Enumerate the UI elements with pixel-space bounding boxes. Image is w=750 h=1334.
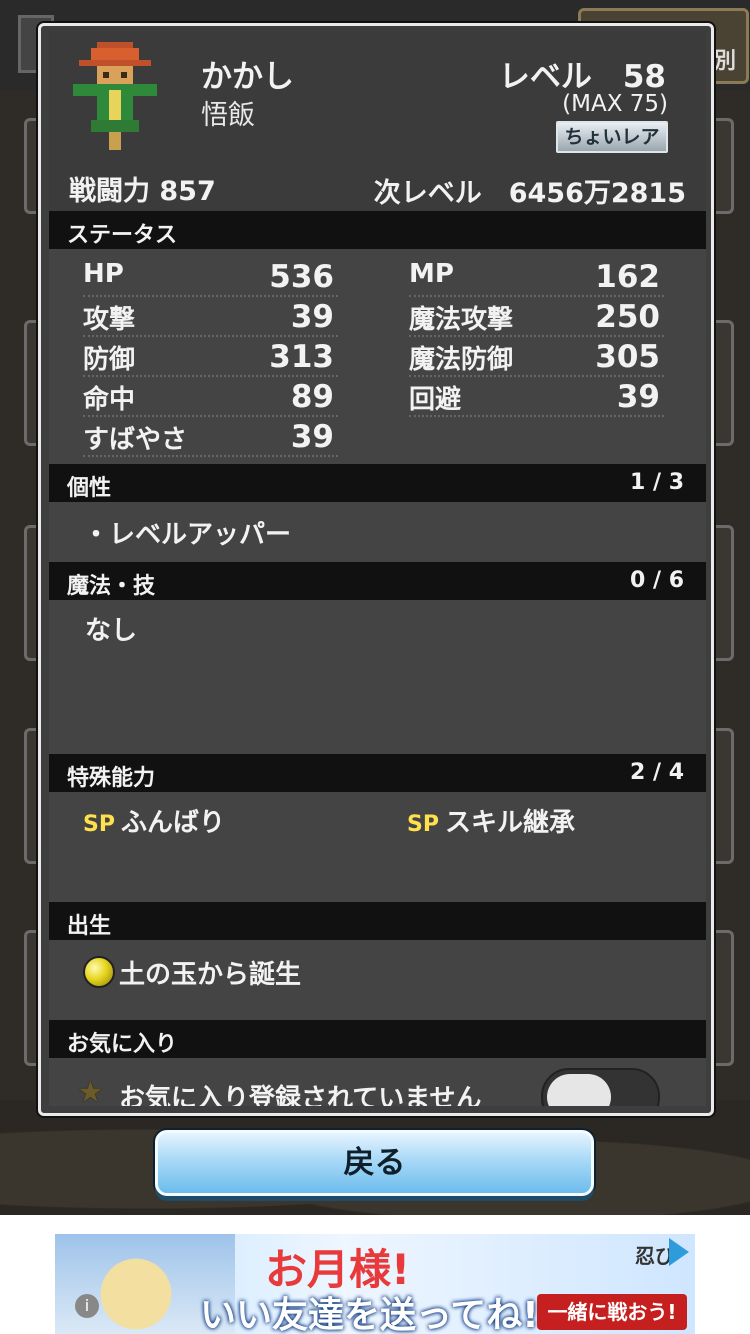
adchoices-icon[interactable]: [669, 1238, 689, 1266]
panel-content: かかし 悟飯 レベル 58 (MAX 75) ちょいレア 戦闘力 857 次レベ…: [49, 31, 706, 1106]
magic-count: 0 / 6: [630, 568, 684, 593]
magic-empty-text: なし: [85, 616, 138, 646]
favorite-section-header: お気に入り: [49, 1020, 706, 1058]
character-subname: 悟飯: [201, 100, 255, 131]
magic-section-header: 魔法・技 0 / 6: [49, 562, 706, 600]
stat-label: HP: [83, 259, 124, 289]
special-section-title: 特殊能力: [67, 766, 156, 791]
ad-banner[interactable]: お月様! いい友達を送ってね! 忍び 一緒に戦おう! i: [55, 1234, 695, 1334]
traits-count: 1 / 3: [630, 470, 684, 495]
stat-label: 攻撃: [83, 305, 136, 335]
ad-info-icon[interactable]: i: [75, 1294, 99, 1318]
stat-label: 魔法防御: [409, 345, 514, 375]
scarecrow-sprite-icon: [73, 42, 157, 150]
stat-value: 162: [595, 259, 660, 295]
origin-section-header: 出生: [49, 902, 706, 940]
trait-item: ・レベルアッパー: [83, 520, 292, 550]
special-count: 2 / 4: [630, 760, 684, 785]
magic-section-title: 魔法・技: [67, 574, 156, 599]
special-ability-name: ふんばり: [120, 808, 225, 838]
stat-value: 39: [290, 419, 334, 455]
stat-row-evasion: 回避 39: [409, 377, 664, 417]
toggle-knob: [547, 1074, 611, 1106]
character-detail-panel: かかし 悟飯 レベル 58 (MAX 75) ちょいレア 戦闘力 857 次レベ…: [38, 23, 714, 1116]
stat-value: 39: [616, 379, 660, 415]
stat-row-speed: すばやさ 39: [83, 417, 338, 457]
stat-label: 命中: [83, 385, 136, 415]
stat-row-attack: 攻撃 39: [83, 297, 338, 337]
stat-label: 防御: [83, 345, 136, 375]
stat-value: 39: [290, 299, 334, 335]
status-section-body: HP 536 攻撃 39 防御 313 命中 89 すばやさ 39 MP 162 魔法攻撃 2…: [49, 249, 706, 464]
back-button[interactable]: 戻る: [155, 1130, 594, 1196]
special-ability-item[interactable]: SP スキル継承: [407, 802, 575, 839]
stat-label: 魔法攻撃: [409, 305, 514, 335]
special-section-header: 特殊能力 2 / 4: [49, 754, 706, 792]
stat-row-magic-defense: 魔法防御 305: [409, 337, 664, 377]
next-level-exp: 次レベル 6456万2815: [373, 178, 686, 209]
special-ability-name: スキル継承: [444, 808, 575, 838]
favorite-toggle[interactable]: [541, 1068, 660, 1106]
traits-section-header: 個性 1 / 3: [49, 464, 706, 502]
level-max: (MAX 75): [562, 91, 668, 117]
sp-badge: SP: [83, 812, 115, 837]
stat-label: 回避: [409, 385, 462, 415]
stat-row-accuracy: 命中 89: [83, 377, 338, 417]
stat-value: 313: [269, 339, 334, 375]
level-label: レベル 58: [498, 59, 666, 95]
special-section-body: SP ふんばり SP スキル継承: [49, 792, 706, 902]
stat-value: 250: [595, 299, 660, 335]
origin-section-body: 土の玉から誕生: [49, 940, 706, 1020]
stat-row-hp: HP 536: [83, 257, 338, 297]
sp-badge: SP: [407, 812, 439, 837]
battle-power: 戦闘力 857: [69, 176, 216, 207]
status-section-title: ステータス: [67, 223, 178, 248]
origin-text: 土の玉から誕生: [119, 960, 302, 990]
ad-cta-button[interactable]: 一緒に戦おう!: [537, 1294, 687, 1330]
traits-section-body: ・レベルアッパー: [49, 502, 706, 562]
special-ability-item[interactable]: SP ふんばり: [83, 802, 225, 839]
stat-row-mp: MP 162: [409, 257, 664, 297]
origin-section-title: 出生: [67, 914, 112, 939]
favorite-section-title: お気に入り: [67, 1032, 178, 1057]
ad-subline: いい友達を送ってね!: [200, 1295, 539, 1334]
rarity-badge: ちょいレア: [556, 121, 668, 153]
stat-value: 305: [595, 339, 660, 375]
traits-section-title: 個性: [67, 476, 112, 501]
stat-row-magic-attack: 魔法攻撃 250: [409, 297, 664, 337]
status-section-header: ステータス: [49, 211, 706, 249]
character-name: かかし: [201, 59, 294, 95]
star-icon: ★: [77, 1075, 104, 1106]
earth-orb-icon: [83, 956, 115, 988]
background-tab-label: 別: [713, 49, 736, 74]
magic-section-body: なし: [49, 600, 706, 754]
stat-value: 536: [269, 259, 334, 295]
favorite-status-text: お気に入り登録されていません: [119, 1084, 482, 1106]
favorite-section-body: ★ お気に入り登録されていません: [49, 1058, 706, 1106]
stat-row-defense: 防御 313: [83, 337, 338, 377]
stat-label: MP: [409, 259, 454, 289]
stat-value: 89: [290, 379, 334, 415]
stat-label: すばやさ: [83, 425, 188, 455]
